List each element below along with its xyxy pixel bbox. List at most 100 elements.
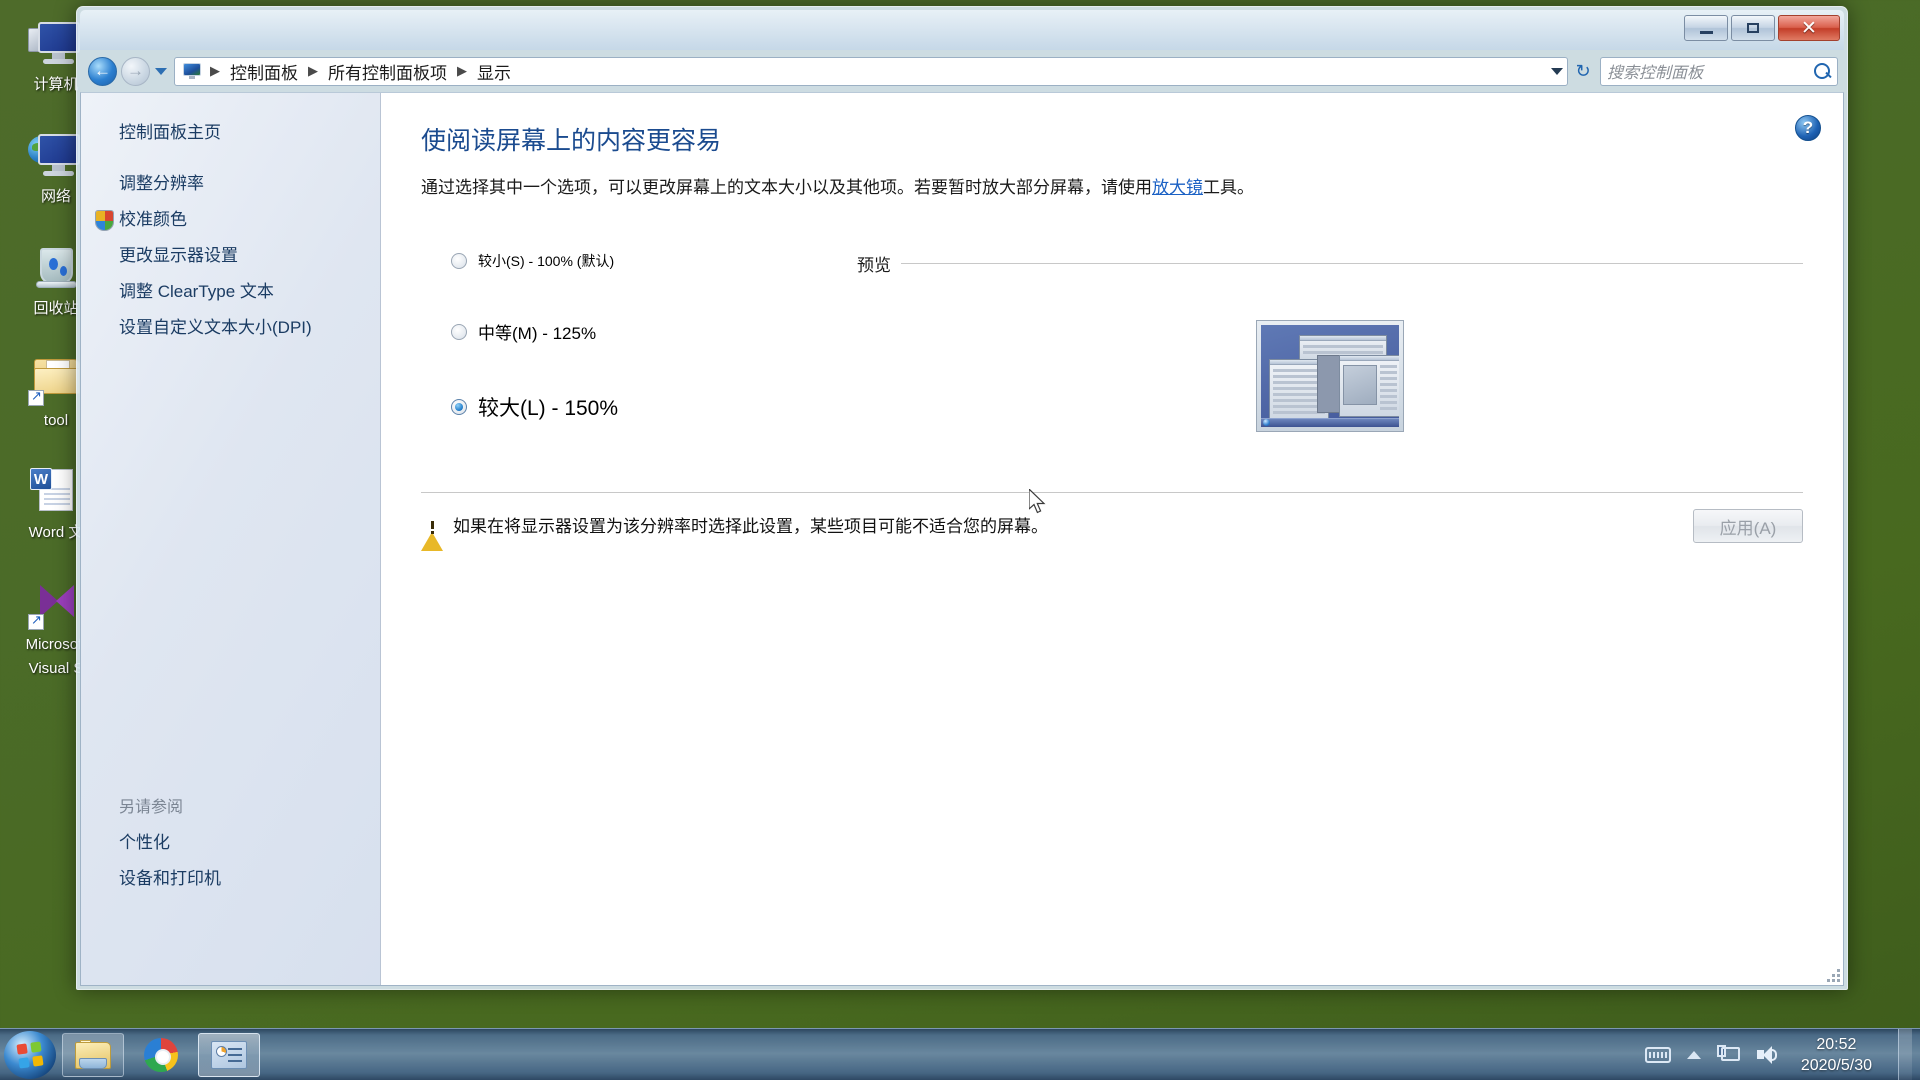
breadcrumb-item-all-items[interactable]: 所有控制面板项 <box>325 59 450 84</box>
volume-icon[interactable] <box>1756 1045 1779 1065</box>
control-panel-window: ✕ ← → ▶ 控制面板 ▶ 所有控制面板项 ▶ 显示 ↻ 搜索控制面板 控制面… <box>76 6 1848 990</box>
desktop-icon-label: 回收站 <box>33 300 79 317</box>
description-text-before: 通过选择其中一个选项，可以更改屏幕上的文本大小以及其他项。若要暂时放大部分屏幕，… <box>421 178 1152 197</box>
show-desktop-button[interactable] <box>1898 1028 1912 1080</box>
taskbar-item-control-panel[interactable] <box>198 1032 260 1077</box>
sidebar-item-change-display-settings[interactable]: 更改显示器设置 <box>81 238 380 274</box>
scale-radio-group: 较小(S) - 100% (默认) 中等(M) - 125% 较大(L) - 1… <box>421 251 821 432</box>
preview-desktop-mockup <box>1261 325 1399 427</box>
notice-divider <box>421 492 1803 493</box>
forward-button[interactable]: → <box>121 56 150 86</box>
see-also-section: 另请参阅 个性化 设备和打印机 <box>81 789 380 897</box>
radio-label: 中等(M) - 125% <box>478 324 597 343</box>
maximize-button[interactable] <box>1731 15 1775 41</box>
network-icon[interactable] <box>1716 1044 1741 1065</box>
help-button[interactable]: ? <box>1795 115 1821 141</box>
control-panel-icon <box>211 1040 247 1069</box>
maximize-icon <box>1747 23 1759 33</box>
control-panel-icon <box>181 62 203 80</box>
preview-divider <box>901 263 1803 264</box>
search-input[interactable]: 搜索控制面板 <box>1607 59 1814 83</box>
notice-area: 如果在将显示器设置为该分辨率时选择此设置，某些项目可能不适合您的屏幕。 应用(A… <box>421 492 1803 551</box>
search-icon <box>1814 62 1831 80</box>
sidebar-item-personalization[interactable]: 个性化 <box>81 825 380 861</box>
preview-label: 预览 <box>857 256 891 275</box>
address-bar[interactable]: ▶ 控制面板 ▶ 所有控制面板项 ▶ 显示 <box>174 56 1568 86</box>
close-icon: ✕ <box>1801 17 1817 39</box>
back-button[interactable]: ← <box>88 56 117 86</box>
shield-icon <box>95 210 114 231</box>
breadcrumb-separator: ▶ <box>457 63 467 78</box>
folder-icon <box>75 1039 111 1070</box>
preview-window-right <box>1339 355 1399 417</box>
description-text-after: 工具。 <box>1203 178 1254 197</box>
taskbar-item-chrome-browser[interactable] <box>130 1033 192 1077</box>
refresh-icon: ↻ <box>1575 60 1591 81</box>
notice-text: 如果在将显示器设置为该分辨率时选择此设置，某些项目可能不适合您的屏幕。 <box>453 517 1048 536</box>
preview-taskbar <box>1261 418 1399 427</box>
sidebar-item-adjust-cleartype-text[interactable]: 调整 ClearType 文本 <box>81 274 380 310</box>
warning-icon <box>421 515 443 551</box>
sidebar-item-control-panel-home[interactable]: 控制面板主页 <box>81 115 380 166</box>
sidebar: 控制面板主页 调整分辨率 校准颜色 更改显示器设置 调整 ClearType 文… <box>81 93 381 985</box>
refresh-button[interactable]: ↻ <box>1568 61 1598 82</box>
taskbar: 20:52 2020/5/30 <box>0 1028 1920 1080</box>
search-box[interactable]: 搜索控制面板 <box>1600 56 1838 86</box>
window-body: 控制面板主页 调整分辨率 校准颜色 更改显示器设置 调整 ClearType 文… <box>80 92 1844 986</box>
page-description: 通过选择其中一个选项，可以更改屏幕上的文本大小以及其他项。若要暂时放大部分屏幕，… <box>421 173 1281 203</box>
minimize-icon <box>1699 30 1713 34</box>
breadcrumb-separator: ▶ <box>210 63 220 78</box>
radio-option-medium[interactable]: 中等(M) - 125% <box>451 319 821 344</box>
breadcrumb-item-control-panel[interactable]: 控制面板 <box>227 59 301 84</box>
clock-time: 20:52 <box>1816 1035 1857 1053</box>
preview-thumbnail <box>1256 320 1404 432</box>
system-tray: 20:52 2020/5/30 <box>1644 1028 1920 1080</box>
clock-date: 2020/5/30 <box>1800 1056 1872 1074</box>
page-title: 使阅读屏幕上的内容更容易 <box>421 127 722 155</box>
radio-indicator[interactable] <box>451 399 467 415</box>
radio-indicator[interactable] <box>451 253 467 269</box>
close-button[interactable]: ✕ <box>1778 15 1840 41</box>
sidebar-item-calibrate-color[interactable]: 校准颜色 <box>81 202 380 238</box>
content-pane: ? 使阅读屏幕上的内容更容易 通过选择其中一个选项，可以更改屏幕上的文本大小以及… <box>381 93 1843 985</box>
preview-start-orb-icon <box>1263 419 1270 426</box>
breadcrumb-separator: ▶ <box>308 63 318 78</box>
apply-button[interactable]: 应用(A) <box>1693 509 1803 543</box>
desktop-icon-label: tool <box>43 412 69 429</box>
radio-label: 较大(L) - 150% <box>478 397 619 420</box>
navigation-bar: ← → ▶ 控制面板 ▶ 所有控制面板项 ▶ 显示 ↻ 搜索控制面板 <box>80 50 1844 92</box>
apply-button-label: 应用(A) <box>1719 518 1777 538</box>
preview-window-middle <box>1317 355 1341 413</box>
magnifier-link[interactable]: 放大镜 <box>1152 178 1203 197</box>
sidebar-item-label: 校准颜色 <box>119 210 187 229</box>
resize-grip[interactable] <box>1826 968 1840 982</box>
window-title-bar[interactable]: ✕ <box>80 10 1844 50</box>
radio-option-larger[interactable]: 较大(L) - 150% <box>451 392 821 422</box>
breadcrumb-item-display[interactable]: 显示 <box>474 59 514 84</box>
sidebar-item-set-custom-text-size[interactable]: 设置自定义文本大小(DPI) <box>81 310 380 346</box>
radio-label: 较小(S) - 100% (默认) <box>478 253 615 269</box>
show-hidden-icons-icon[interactable] <box>1686 1050 1701 1059</box>
desktop-icon-label: 网络 <box>40 188 71 205</box>
mouse-cursor <box>1029 489 1046 514</box>
sidebar-item-adjust-resolution[interactable]: 调整分辨率 <box>81 166 380 202</box>
minimize-button[interactable] <box>1684 15 1728 41</box>
options-area: 较小(S) - 100% (默认) 中等(M) - 125% 较大(L) - 1… <box>421 251 1803 432</box>
sidebar-item-devices-and-printers[interactable]: 设备和打印机 <box>81 861 380 897</box>
taskbar-item-windows-explorer[interactable] <box>62 1032 124 1077</box>
chrome-icon <box>144 1037 178 1072</box>
preview-panel: 预览 <box>821 251 1803 432</box>
address-dropdown-chevron-icon[interactable] <box>1551 67 1563 75</box>
see-also-title: 另请参阅 <box>119 799 184 816</box>
notice-row: 如果在将显示器设置为该分辨率时选择此设置，某些项目可能不适合您的屏幕。 应用(A… <box>421 509 1803 551</box>
help-icon: ? <box>1802 118 1814 137</box>
window-controls: ✕ <box>1684 15 1840 41</box>
recent-pages-chevron-icon[interactable] <box>155 67 167 75</box>
radio-indicator[interactable] <box>451 323 467 340</box>
windows-logo-icon <box>16 1040 44 1069</box>
clock[interactable]: 20:52 2020/5/30 <box>1795 1034 1878 1076</box>
radio-option-smaller[interactable]: 较小(S) - 100% (默认) <box>451 251 821 271</box>
ime-keyboard-icon[interactable] <box>1644 1046 1671 1063</box>
desktop-icon-label: 计算机 <box>33 76 79 93</box>
start-button[interactable] <box>4 1030 56 1079</box>
